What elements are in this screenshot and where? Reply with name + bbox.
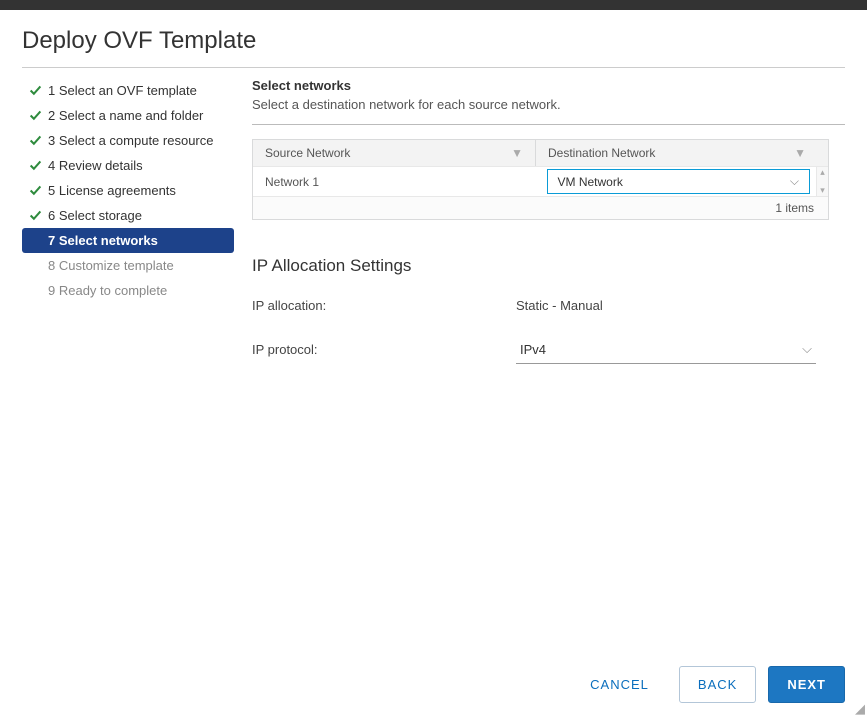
network-table: Source Network▼ Destination Network▼ Net…: [252, 139, 829, 220]
panel-subtext: Select a destination network for each so…: [252, 97, 845, 112]
step-8: 8 Customize template: [22, 253, 234, 278]
step-7-active[interactable]: 7 Select networks: [22, 228, 234, 253]
table-row: Network 1 VM Network ⌵ ▴▾: [253, 166, 828, 196]
step-9: 9 Ready to complete: [22, 278, 234, 303]
table-footer: 1 items: [253, 196, 828, 219]
th-destination[interactable]: Destination Network▼: [536, 140, 828, 166]
check-icon: [22, 84, 48, 97]
destination-network-select[interactable]: VM Network ⌵: [547, 169, 811, 194]
panel-heading: Select networks: [252, 78, 845, 93]
title-rule: [22, 67, 845, 68]
window-topbar: [0, 0, 867, 10]
step-2[interactable]: 2 Select a name and folder: [22, 103, 234, 128]
ip-alloc-value: Static - Manual: [516, 298, 603, 313]
check-icon: [22, 134, 48, 147]
scrollbar[interactable]: ▴▾: [816, 167, 828, 196]
check-icon: [22, 209, 48, 222]
panel-sep: [252, 124, 845, 125]
back-button[interactable]: BACK: [679, 666, 756, 703]
wizard-footer: CANCEL BACK NEXT: [560, 666, 845, 703]
ip-proto-label: IP protocol:: [252, 342, 516, 357]
td-source: Network 1: [253, 167, 547, 196]
scroll-up-icon[interactable]: ▴: [820, 167, 825, 178]
wizard-steps: 1 Select an OVF template 2 Select a name…: [22, 76, 234, 386]
filter-icon[interactable]: ▼: [511, 146, 523, 160]
ip-settings-heading: IP Allocation Settings: [252, 256, 845, 276]
chevron-down-icon: ⌵: [790, 174, 799, 189]
resize-handle-icon[interactable]: ◢: [855, 701, 865, 717]
step-1[interactable]: 1 Select an OVF template: [22, 78, 234, 103]
ip-alloc-label: IP allocation:: [252, 298, 516, 313]
filter-icon[interactable]: ▼: [794, 146, 806, 160]
step-4[interactable]: 4 Review details: [22, 153, 234, 178]
chevron-down-icon: ⌵: [802, 341, 812, 357]
check-icon: [22, 159, 48, 172]
step-5[interactable]: 5 License agreements: [22, 178, 234, 203]
th-source[interactable]: Source Network▼: [253, 140, 536, 166]
page-title: Deploy OVF Template: [22, 27, 845, 55]
ip-protocol-select[interactable]: IPv4 ⌵: [516, 335, 816, 364]
step-6[interactable]: 6 Select storage: [22, 203, 234, 228]
table-header: Source Network▼ Destination Network▼: [253, 140, 828, 166]
check-icon: [22, 184, 48, 197]
scroll-down-icon[interactable]: ▾: [820, 185, 825, 196]
cancel-button[interactable]: CANCEL: [572, 667, 667, 702]
check-icon: [22, 109, 48, 122]
step-3[interactable]: 3 Select a compute resource: [22, 128, 234, 153]
next-button[interactable]: NEXT: [768, 666, 845, 703]
